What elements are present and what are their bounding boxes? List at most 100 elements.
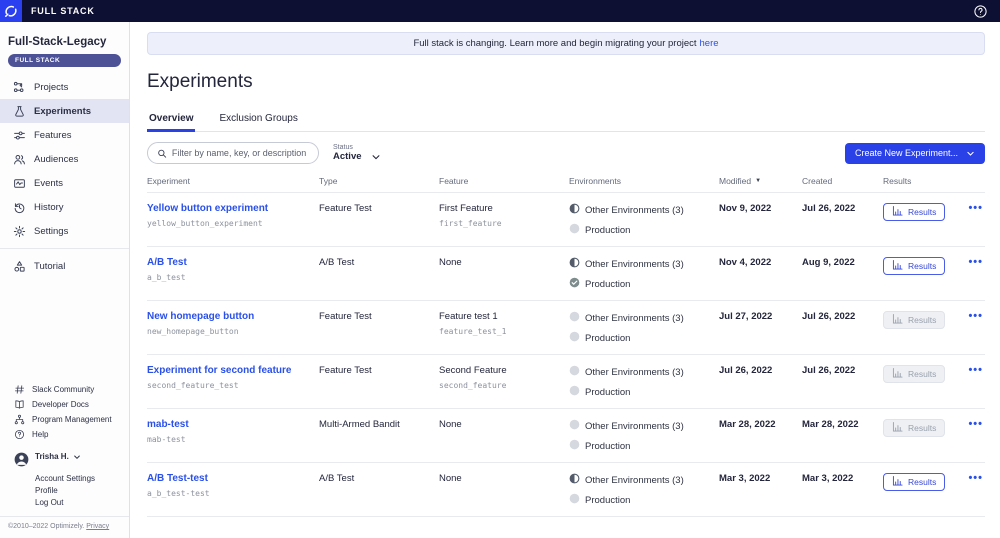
modified-cell: Nov 9, 2022 xyxy=(719,203,772,214)
type-cell: Feature Test xyxy=(319,311,372,322)
flask-icon xyxy=(12,104,26,118)
column-header-experiment[interactable]: Experiment xyxy=(147,176,319,186)
create-new-experiment-button[interactable]: Create New Experiment... xyxy=(844,142,985,164)
sitemap-icon xyxy=(14,414,25,425)
experiment-link[interactable]: A/B Test-test xyxy=(147,473,319,484)
experiment-link[interactable]: Yellow button experiment xyxy=(147,203,319,214)
results-button[interactable]: Results xyxy=(883,473,946,491)
sidebar-item-tutorial[interactable]: Tutorial xyxy=(0,254,129,278)
book-icon xyxy=(14,399,25,410)
user-link-profile[interactable]: Profile xyxy=(35,486,129,495)
experiment-link[interactable]: mab-test xyxy=(147,419,319,430)
row-menu-button[interactable]: ••• xyxy=(959,365,985,376)
sidebar-nav: Projects Experiments Features Audiences Even… xyxy=(0,75,129,278)
footer-link-slack-community[interactable]: Slack Community xyxy=(0,382,129,397)
sidebar-item-audiences[interactable]: Audiences xyxy=(0,147,129,171)
column-header-modified[interactable]: Modified ▼ xyxy=(719,176,802,186)
filter-box[interactable] xyxy=(147,142,319,164)
hash-icon xyxy=(14,384,25,395)
column-header-feature[interactable]: Feature xyxy=(439,176,569,186)
user-link-log-out[interactable]: Log Out xyxy=(35,498,129,507)
column-header-type[interactable]: Type xyxy=(319,176,439,186)
optimizely-logo-icon[interactable] xyxy=(0,0,22,22)
experiment-key: a_b_test xyxy=(147,273,186,282)
environment-status: Production xyxy=(569,223,719,237)
chart-icon xyxy=(892,422,903,434)
row-menu-button[interactable]: ••• xyxy=(959,311,985,322)
table-row: New homepage button new_homepage_button … xyxy=(147,301,985,355)
type-cell: Feature Test xyxy=(319,203,372,214)
created-cell: Aug 9, 2022 xyxy=(802,257,855,268)
privacy-link[interactable]: Privacy xyxy=(86,523,109,530)
sidebar-item-experiments[interactable]: Experiments xyxy=(0,99,129,123)
created-cell: Mar 3, 2022 xyxy=(802,473,854,484)
environment-status: Other Environments (3) xyxy=(569,473,719,487)
environment-status: Other Environments (3) xyxy=(569,257,719,271)
tab-exclusion-groups[interactable]: Exclusion Groups xyxy=(217,107,299,131)
row-menu-button[interactable]: ••• xyxy=(959,257,985,268)
footer-link-help[interactable]: Help xyxy=(0,427,129,442)
type-cell: A/B Test xyxy=(319,473,355,484)
environment-status: Other Environments (3) xyxy=(569,311,719,325)
avatar-icon xyxy=(14,452,29,472)
row-menu-button[interactable]: ••• xyxy=(959,203,985,214)
filter-input[interactable] xyxy=(171,148,309,158)
environments-cell: Other Environments (3) Production xyxy=(569,257,719,291)
footer-link-developer-docs[interactable]: Developer Docs xyxy=(0,397,129,412)
experiment-link[interactable]: New homepage button xyxy=(147,311,319,322)
people-icon xyxy=(12,152,26,166)
env-off-icon xyxy=(569,419,580,433)
sidebar-item-projects[interactable]: Projects xyxy=(0,75,129,99)
feature-cell: None xyxy=(439,257,462,268)
experiment-key: mab-test xyxy=(147,435,186,444)
results-button[interactable]: Results xyxy=(883,257,946,275)
sidebar-item-events[interactable]: Events xyxy=(0,171,129,195)
sidebar-item-history[interactable]: History xyxy=(0,195,129,219)
environment-status: Other Environments (3) xyxy=(569,419,719,433)
sidebar-item-features[interactable]: Features xyxy=(0,123,129,147)
type-cell: A/B Test xyxy=(319,257,355,268)
status-dropdown[interactable]: Status Active xyxy=(333,144,381,162)
banner-here-link[interactable]: here xyxy=(700,38,719,49)
environment-status: Production xyxy=(569,277,719,291)
nav-divider xyxy=(0,248,129,249)
table-row: A/B Test-test a_b_test-test A/B Test Non… xyxy=(147,463,985,517)
row-menu-button[interactable]: ••• xyxy=(959,419,985,430)
feature-cell: None xyxy=(439,473,462,484)
environment-status: Other Environments (3) xyxy=(569,203,719,217)
sidebar-item-settings[interactable]: Settings xyxy=(0,219,129,243)
results-button[interactable]: Results xyxy=(883,203,946,221)
experiment-key: a_b_test-test xyxy=(147,489,210,498)
sidebar: Full-Stack-Legacy FULL STACK Projects Exp… xyxy=(0,22,130,538)
user-link-account-settings[interactable]: Account Settings xyxy=(35,474,129,483)
sidebar-item-label: Features xyxy=(34,129,72,141)
created-cell: Jul 26, 2022 xyxy=(802,311,856,322)
experiment-link[interactable]: Experiment for second feature xyxy=(147,365,319,376)
chart-icon xyxy=(892,314,903,326)
status-value: Active xyxy=(333,151,362,162)
experiment-link[interactable]: A/B Test xyxy=(147,257,319,268)
sidebar-item-label: Tutorial xyxy=(34,260,66,272)
sidebar-item-label: Events xyxy=(34,177,64,189)
environment-status: Other Environments (3) xyxy=(569,365,719,379)
env-off-icon xyxy=(569,311,580,325)
user-name[interactable]: Trisha H. xyxy=(35,452,81,461)
column-header-environments[interactable]: Environments xyxy=(569,176,719,186)
environments-cell: Other Environments (3) Production xyxy=(569,203,719,237)
env-check-icon xyxy=(569,277,580,291)
feature-cell: First Feature first_feature xyxy=(439,203,569,228)
column-header-created[interactable]: Created xyxy=(802,176,883,186)
row-menu-button[interactable]: ••• xyxy=(959,473,985,484)
sidebar-footer: Slack Community Developer Docs Program Man… xyxy=(0,382,129,538)
user-menu[interactable]: Trisha H. xyxy=(14,452,129,472)
footer-link-program-management[interactable]: Program Management xyxy=(0,412,129,427)
tab-overview[interactable]: Overview xyxy=(147,107,196,132)
banner-text: Full stack is changing. Learn more and b… xyxy=(413,38,697,49)
copyright: ©2010–2022 Optimizely. Privacy xyxy=(0,516,129,538)
help-icon xyxy=(14,429,25,440)
help-icon[interactable] xyxy=(973,4,988,19)
column-header-results[interactable]: Results xyxy=(883,176,959,186)
brand-label: FULL STACK xyxy=(31,6,95,16)
modified-cell: Jul 27, 2022 xyxy=(719,311,773,322)
search-icon xyxy=(158,149,167,158)
